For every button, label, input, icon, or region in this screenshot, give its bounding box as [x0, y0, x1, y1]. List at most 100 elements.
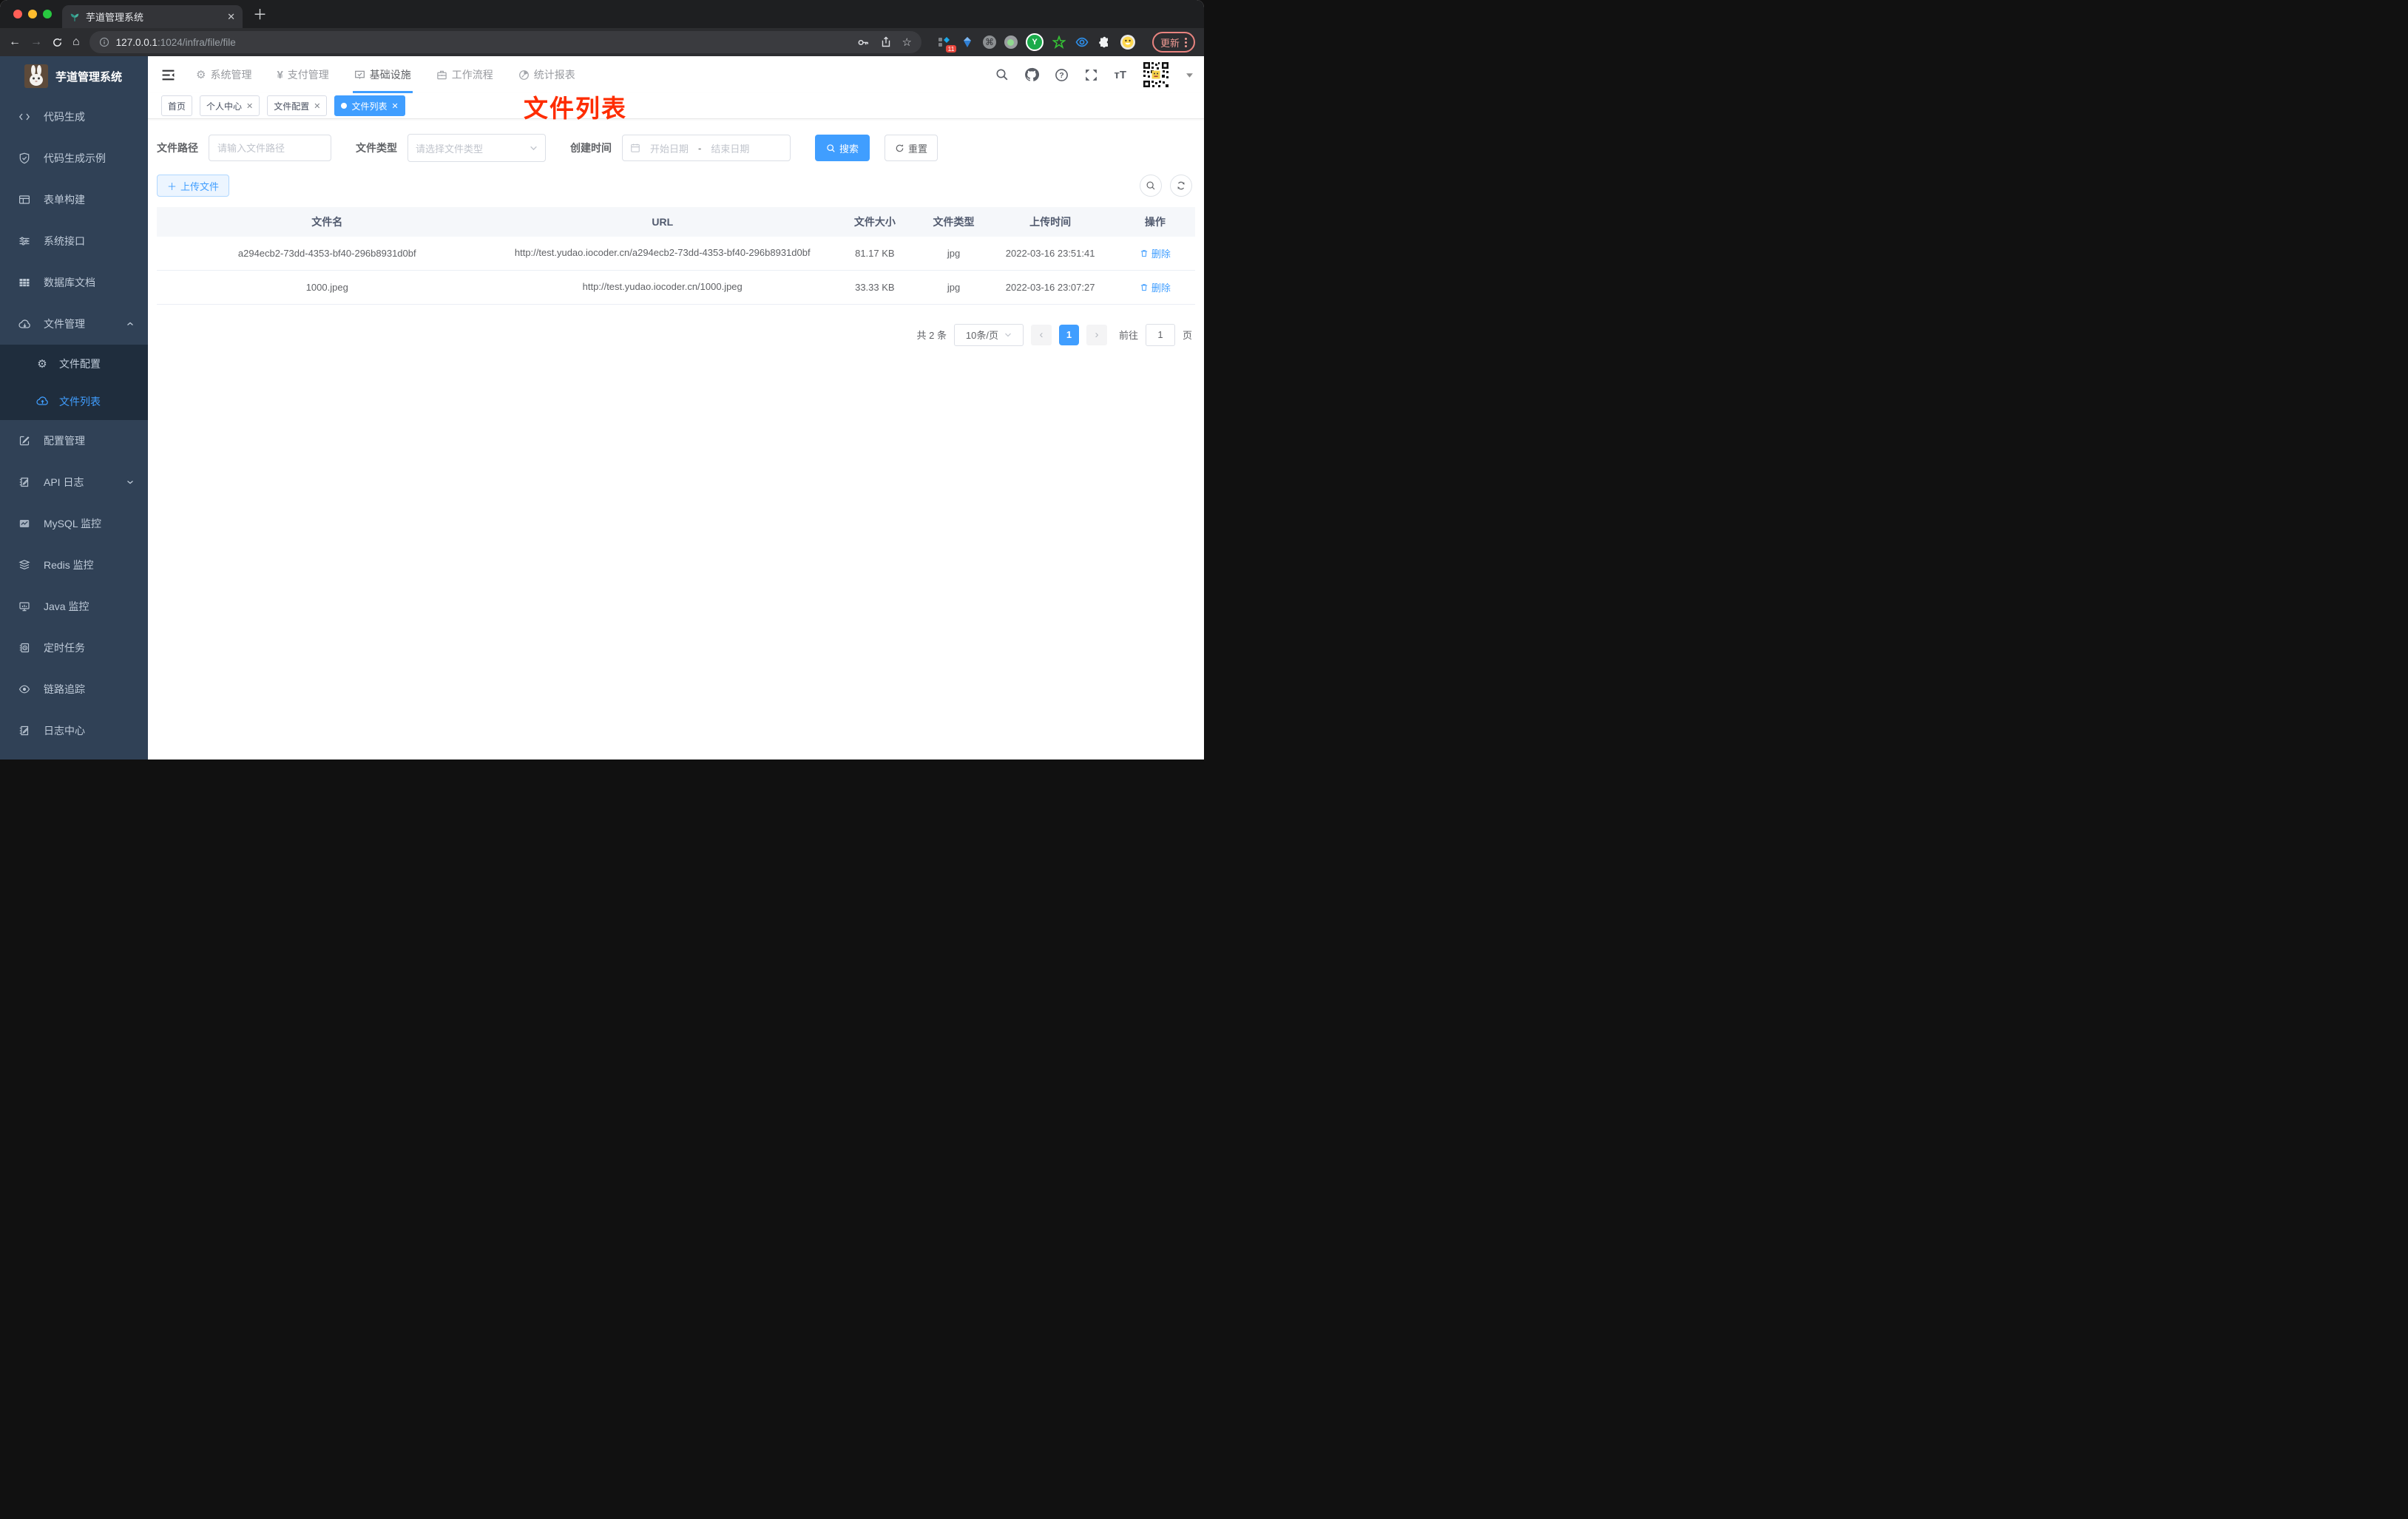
- sidebar-item-tracing[interactable]: 链路追踪: [0, 669, 148, 710]
- extensions-puzzle-icon[interactable]: [1098, 35, 1112, 50]
- prev-page-button[interactable]: ‹: [1030, 324, 1052, 345]
- font-size-icon[interactable]: ᴛT: [1114, 69, 1126, 81]
- app-root: 芋道管理系统 代码生成 代码生成示例 表单构建 系统接口 数据库文档 文件管理 …: [0, 56, 1204, 760]
- show-search-toggle-button[interactable]: [1140, 175, 1162, 197]
- site-info-icon[interactable]: [99, 37, 109, 47]
- sidebar-item-code-demo[interactable]: 代码生成示例: [0, 138, 148, 179]
- current-page-button[interactable]: 1: [1058, 324, 1079, 345]
- upload-file-button[interactable]: ＋ 上传文件: [157, 175, 230, 197]
- browser-tab-strip: 芋道管理系统 ✕ ＋: [0, 0, 1204, 28]
- cell-filename: 1000.jpeg: [305, 281, 348, 293]
- sidebar-item-file-manage[interactable]: 文件管理: [0, 303, 148, 345]
- top-menu-system[interactable]: ⚙ 系统管理: [196, 56, 251, 93]
- close-icon[interactable]: ✕: [392, 101, 399, 111]
- file-path-input[interactable]: [209, 135, 331, 161]
- svg-text:?: ?: [1060, 71, 1064, 80]
- forward-icon[interactable]: →: [30, 36, 42, 48]
- active-dot: [341, 103, 348, 109]
- delete-button[interactable]: 删除: [1140, 246, 1171, 260]
- extension-y-icon[interactable]: Y: [1025, 33, 1044, 51]
- back-icon[interactable]: ←: [9, 36, 21, 48]
- code-icon: [18, 111, 31, 123]
- extension-command-icon[interactable]: ⌘: [982, 35, 996, 49]
- browser-tab[interactable]: 芋道管理系统 ✕: [62, 5, 243, 28]
- clock-doc-icon: [18, 642, 31, 654]
- sidebar-item-file-list[interactable]: 文件列表: [0, 382, 148, 420]
- sidebar-item-java-monitor[interactable]: Java 监控: [0, 586, 148, 627]
- trash-icon: [1140, 250, 1148, 257]
- share-icon[interactable]: [880, 36, 892, 48]
- next-page-button[interactable]: ›: [1086, 324, 1107, 345]
- table-filled-icon: [18, 277, 31, 288]
- extension-tabs-icon[interactable]: 11: [937, 35, 956, 53]
- cell-url: http://test.yudao.iocoder.cn/a294ecb2-73…: [514, 247, 811, 258]
- doc-pencil-icon: [18, 725, 31, 737]
- sidebar-item-db-doc[interactable]: 数据库文档: [0, 262, 148, 303]
- page-size-select[interactable]: 10条/页: [953, 323, 1024, 346]
- tag-profile[interactable]: 个人中心 ✕: [200, 95, 260, 116]
- sidebar-logo-row[interactable]: 芋道管理系统: [0, 56, 148, 96]
- top-menu-payment[interactable]: ¥ 支付管理: [277, 56, 328, 93]
- refresh-table-button[interactable]: [1170, 175, 1192, 197]
- tag-home[interactable]: 首页: [161, 95, 193, 116]
- extension-eye-icon[interactable]: [1075, 35, 1089, 50]
- file-manage-submenu: ⚙ 文件配置 文件列表: [0, 345, 148, 420]
- cell-url: http://test.yudao.iocoder.cn/1000.jpeg: [582, 280, 743, 292]
- col-header-type: 文件类型: [933, 216, 975, 228]
- sidebar-item-mysql-monitor[interactable]: MySQL 监控: [0, 503, 148, 544]
- goto-page-input[interactable]: [1145, 323, 1175, 346]
- password-key-icon[interactable]: [857, 36, 870, 49]
- sidebar-item-form-builder[interactable]: 表单构建: [0, 179, 148, 220]
- extension-star-icon[interactable]: [1052, 35, 1066, 50]
- col-header-url: URL: [652, 216, 674, 228]
- sidebar-item-scheduled-task[interactable]: 定时任务: [0, 627, 148, 669]
- sidebar-item-log-center[interactable]: 日志中心: [0, 710, 148, 751]
- profile-emoji-avatar[interactable]: [1120, 35, 1135, 50]
- tab-close-icon[interactable]: ✕: [227, 11, 235, 23]
- sidebar-item-redis-monitor[interactable]: Redis 监控: [0, 544, 148, 586]
- top-menu-infrastructure[interactable]: 基础设施: [352, 56, 413, 93]
- cell-filename: a294ecb2-73dd-4353-bf40-296b8931d0bf: [237, 247, 416, 259]
- tag-file-config[interactable]: 文件配置 ✕: [267, 95, 328, 116]
- browser-update-button[interactable]: 更新: [1151, 32, 1195, 53]
- top-menu-bar: ⚙ 系统管理 ¥ 支付管理 基础设施 工作流程 统计报表: [196, 56, 575, 93]
- browser-menu-dots-icon[interactable]: [1185, 37, 1187, 47]
- minimize-window-button[interactable]: [28, 10, 37, 18]
- search-icon[interactable]: [995, 68, 1009, 81]
- fullscreen-icon[interactable]: [1084, 68, 1098, 82]
- top-menu-workflow[interactable]: 工作流程: [436, 56, 493, 93]
- date-range-picker[interactable]: 开始日期 - 结束日期: [622, 135, 791, 161]
- github-icon[interactable]: [1024, 67, 1040, 82]
- new-tab-button[interactable]: ＋: [253, 4, 267, 24]
- reset-button[interactable]: 重置: [885, 135, 938, 161]
- sidebar-item-file-config[interactable]: ⚙ 文件配置: [0, 345, 148, 382]
- file-type-select[interactable]: 请选择文件类型: [407, 134, 546, 162]
- extension-greendot-icon[interactable]: [1004, 35, 1018, 49]
- report-icon: [518, 70, 530, 81]
- url-bar[interactable]: 127.0.0.1:1024/infra/file/file ☆: [89, 31, 921, 53]
- tag-file-list[interactable]: 文件列表 ✕: [334, 95, 405, 116]
- chevron-up-icon: [126, 319, 135, 328]
- user-avatar-qr[interactable]: [1142, 61, 1170, 89]
- sidebar-item-api-log[interactable]: API 日志: [0, 461, 148, 503]
- calendar-icon: [631, 143, 640, 152]
- zoom-window-button[interactable]: [43, 10, 52, 18]
- top-menu-report[interactable]: 统计报表: [518, 56, 575, 93]
- bookmark-star-icon[interactable]: ☆: [902, 35, 912, 49]
- help-icon[interactable]: ?: [1055, 68, 1069, 82]
- sidebar-collapse-icon[interactable]: [161, 68, 175, 82]
- close-icon[interactable]: ✕: [314, 101, 320, 111]
- sidebar-item-config-manage[interactable]: 配置管理: [0, 420, 148, 461]
- goto-unit: 页: [1182, 330, 1192, 341]
- reload-icon[interactable]: [52, 37, 63, 48]
- search-button[interactable]: 搜索: [815, 135, 870, 161]
- extension-gem-icon[interactable]: [960, 35, 975, 50]
- delete-button[interactable]: 删除: [1140, 280, 1171, 294]
- home-icon[interactable]: ⌂: [72, 36, 80, 48]
- avatar-caret-down-icon[interactable]: [1186, 71, 1194, 79]
- sidebar-item-code-gen[interactable]: 代码生成: [0, 96, 148, 138]
- sidebar-item-system-api[interactable]: 系统接口: [0, 220, 148, 262]
- close-window-button[interactable]: [13, 10, 22, 18]
- close-icon[interactable]: ✕: [246, 101, 253, 111]
- col-header-size: 文件大小: [853, 216, 896, 228]
